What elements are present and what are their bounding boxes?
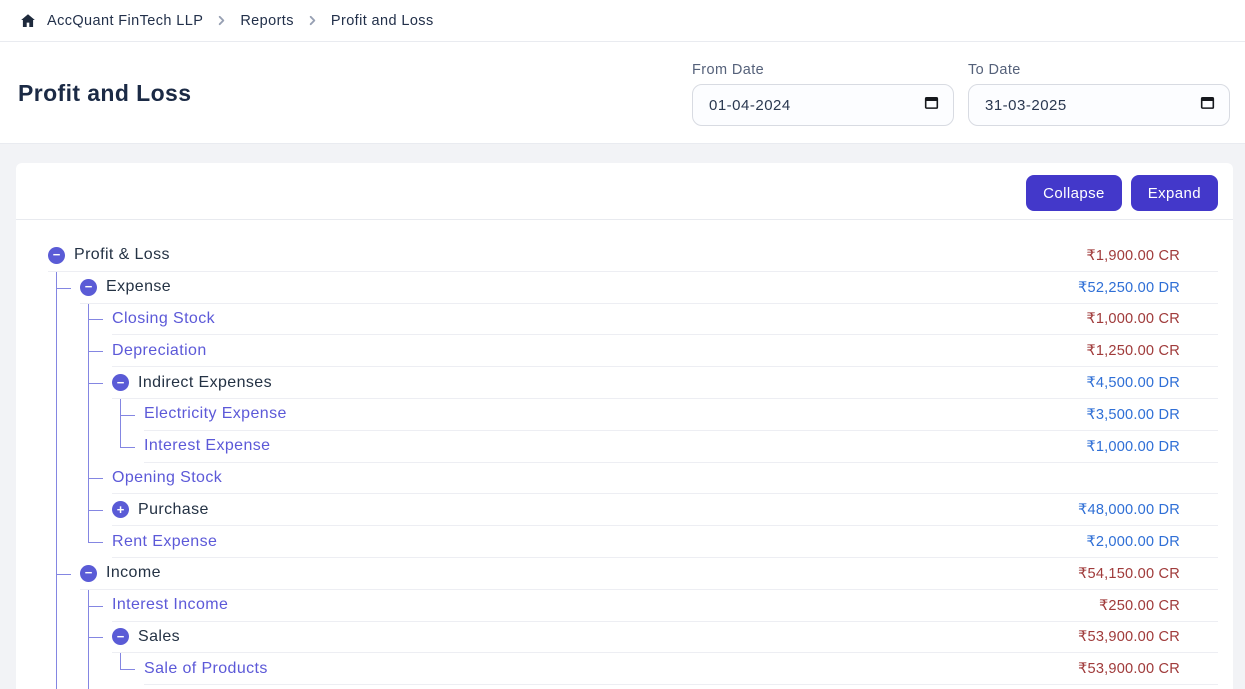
amount-value: ₹1,000.00 CR (1086, 310, 1218, 327)
breadcrumb-item-reports[interactable]: Reports (240, 13, 294, 29)
tree-row: Income ₹54,150.00 CR (80, 558, 1218, 590)
tree-row: Purchase ₹48,000.00 DR (112, 494, 1218, 526)
group-label[interactable]: Expense (106, 278, 171, 296)
ledger-link[interactable]: Interest Income (112, 596, 228, 614)
amount-value: ₹53,900.00 CR (1078, 660, 1218, 677)
tree-row: Sale of Products ₹53,900.00 CR (144, 653, 1218, 685)
amount-value: ₹48,000.00 DR (1078, 501, 1218, 518)
group-label[interactable]: Income (106, 564, 161, 582)
chevron-right-icon (307, 15, 318, 26)
amount-value: ₹1,000.00 DR (1086, 438, 1218, 455)
expand-button[interactable]: Expand (1131, 175, 1218, 211)
collapse-button[interactable]: Collapse (1026, 175, 1122, 211)
amount-value: ₹53,900.00 CR (1078, 628, 1218, 645)
home-icon[interactable] (20, 13, 36, 29)
profit-loss-tree: Profit & Loss ₹1,900.00 CR Expense ₹52,2… (16, 220, 1233, 685)
group-label[interactable]: Purchase (138, 501, 209, 519)
tree-row: Opening Stock (112, 463, 1218, 495)
tree-row: Indirect Expenses ₹4,500.00 DR (112, 367, 1218, 399)
collapse-node-icon[interactable] (112, 374, 129, 391)
tree-row: Rent Expense ₹2,000.00 DR (112, 526, 1218, 558)
tree-row: Closing Stock ₹1,000.00 CR (112, 304, 1218, 336)
group-label[interactable]: Indirect Expenses (138, 374, 272, 392)
collapse-node-icon[interactable] (80, 565, 97, 582)
ledger-link[interactable]: Depreciation (112, 342, 207, 360)
amount-value: ₹250.00 CR (1099, 597, 1218, 614)
ledger-link[interactable]: Opening Stock (112, 469, 222, 487)
group-label[interactable]: Sales (138, 628, 180, 646)
to-date-input[interactable]: 31-03-2025 (968, 84, 1230, 126)
tree-row: Expense ₹52,250.00 DR (80, 272, 1218, 304)
tree-row: Depreciation ₹1,250.00 CR (112, 335, 1218, 367)
tree-row: Interest Expense ₹1,000.00 DR (144, 431, 1218, 463)
date-filter-group: From Date 01-04-2024 To Date 31-03-2025 (692, 42, 1230, 143)
tree-row: Sales ₹53,900.00 CR (112, 622, 1218, 654)
ledger-link[interactable]: Interest Expense (144, 437, 270, 455)
tree-row: Profit & Loss ₹1,900.00 CR (48, 240, 1218, 272)
tree-toolbar: Collapse Expand (16, 163, 1233, 220)
collapse-node-icon[interactable] (80, 279, 97, 296)
amount-value: ₹2,000.00 DR (1086, 533, 1218, 550)
amount-value: ₹54,150.00 CR (1078, 565, 1218, 582)
tree-row: Electricity Expense ₹3,500.00 DR (144, 399, 1218, 431)
from-date-input[interactable]: 01-04-2024 (692, 84, 954, 126)
breadcrumb-item-current[interactable]: Profit and Loss (331, 13, 434, 29)
page-header: Profit and Loss From Date 01-04-2024 To … (0, 42, 1245, 144)
ledger-link[interactable]: Electricity Expense (144, 405, 287, 423)
ledger-link[interactable]: Rent Expense (112, 533, 217, 551)
page-title: Profit and Loss (18, 80, 191, 143)
tree-row: Interest Income ₹250.00 CR (112, 590, 1218, 622)
calendar-icon[interactable] (924, 95, 939, 115)
amount-value: ₹3,500.00 DR (1086, 406, 1218, 423)
ledger-link[interactable]: Closing Stock (112, 310, 215, 328)
calendar-icon[interactable] (1200, 95, 1215, 115)
to-date-field: To Date 31-03-2025 (968, 62, 1230, 143)
from-date-label: From Date (692, 62, 954, 78)
to-date-label: To Date (968, 62, 1230, 78)
breadcrumb-item-company[interactable]: AccQuant FinTech LLP (47, 13, 203, 29)
amount-value: ₹4,500.00 DR (1086, 374, 1218, 391)
breadcrumb: AccQuant FinTech LLP Reports Profit and … (0, 0, 1245, 42)
collapse-node-icon[interactable] (48, 247, 65, 264)
amount-value: ₹1,250.00 CR (1086, 342, 1218, 359)
from-date-field: From Date 01-04-2024 (692, 62, 954, 143)
chevron-right-icon (216, 15, 227, 26)
from-date-value[interactable]: 01-04-2024 (709, 97, 924, 114)
amount-value: ₹52,250.00 DR (1078, 279, 1218, 296)
ledger-link[interactable]: Sale of Products (144, 660, 268, 678)
amount-value: ₹1,900.00 CR (1086, 247, 1218, 264)
to-date-value[interactable]: 31-03-2025 (985, 97, 1200, 114)
expand-node-icon[interactable] (112, 501, 129, 518)
collapse-node-icon[interactable] (112, 628, 129, 645)
group-label[interactable]: Profit & Loss (74, 246, 170, 264)
report-card: Collapse Expand Profit & Loss ₹1,900.00 … (16, 163, 1233, 689)
